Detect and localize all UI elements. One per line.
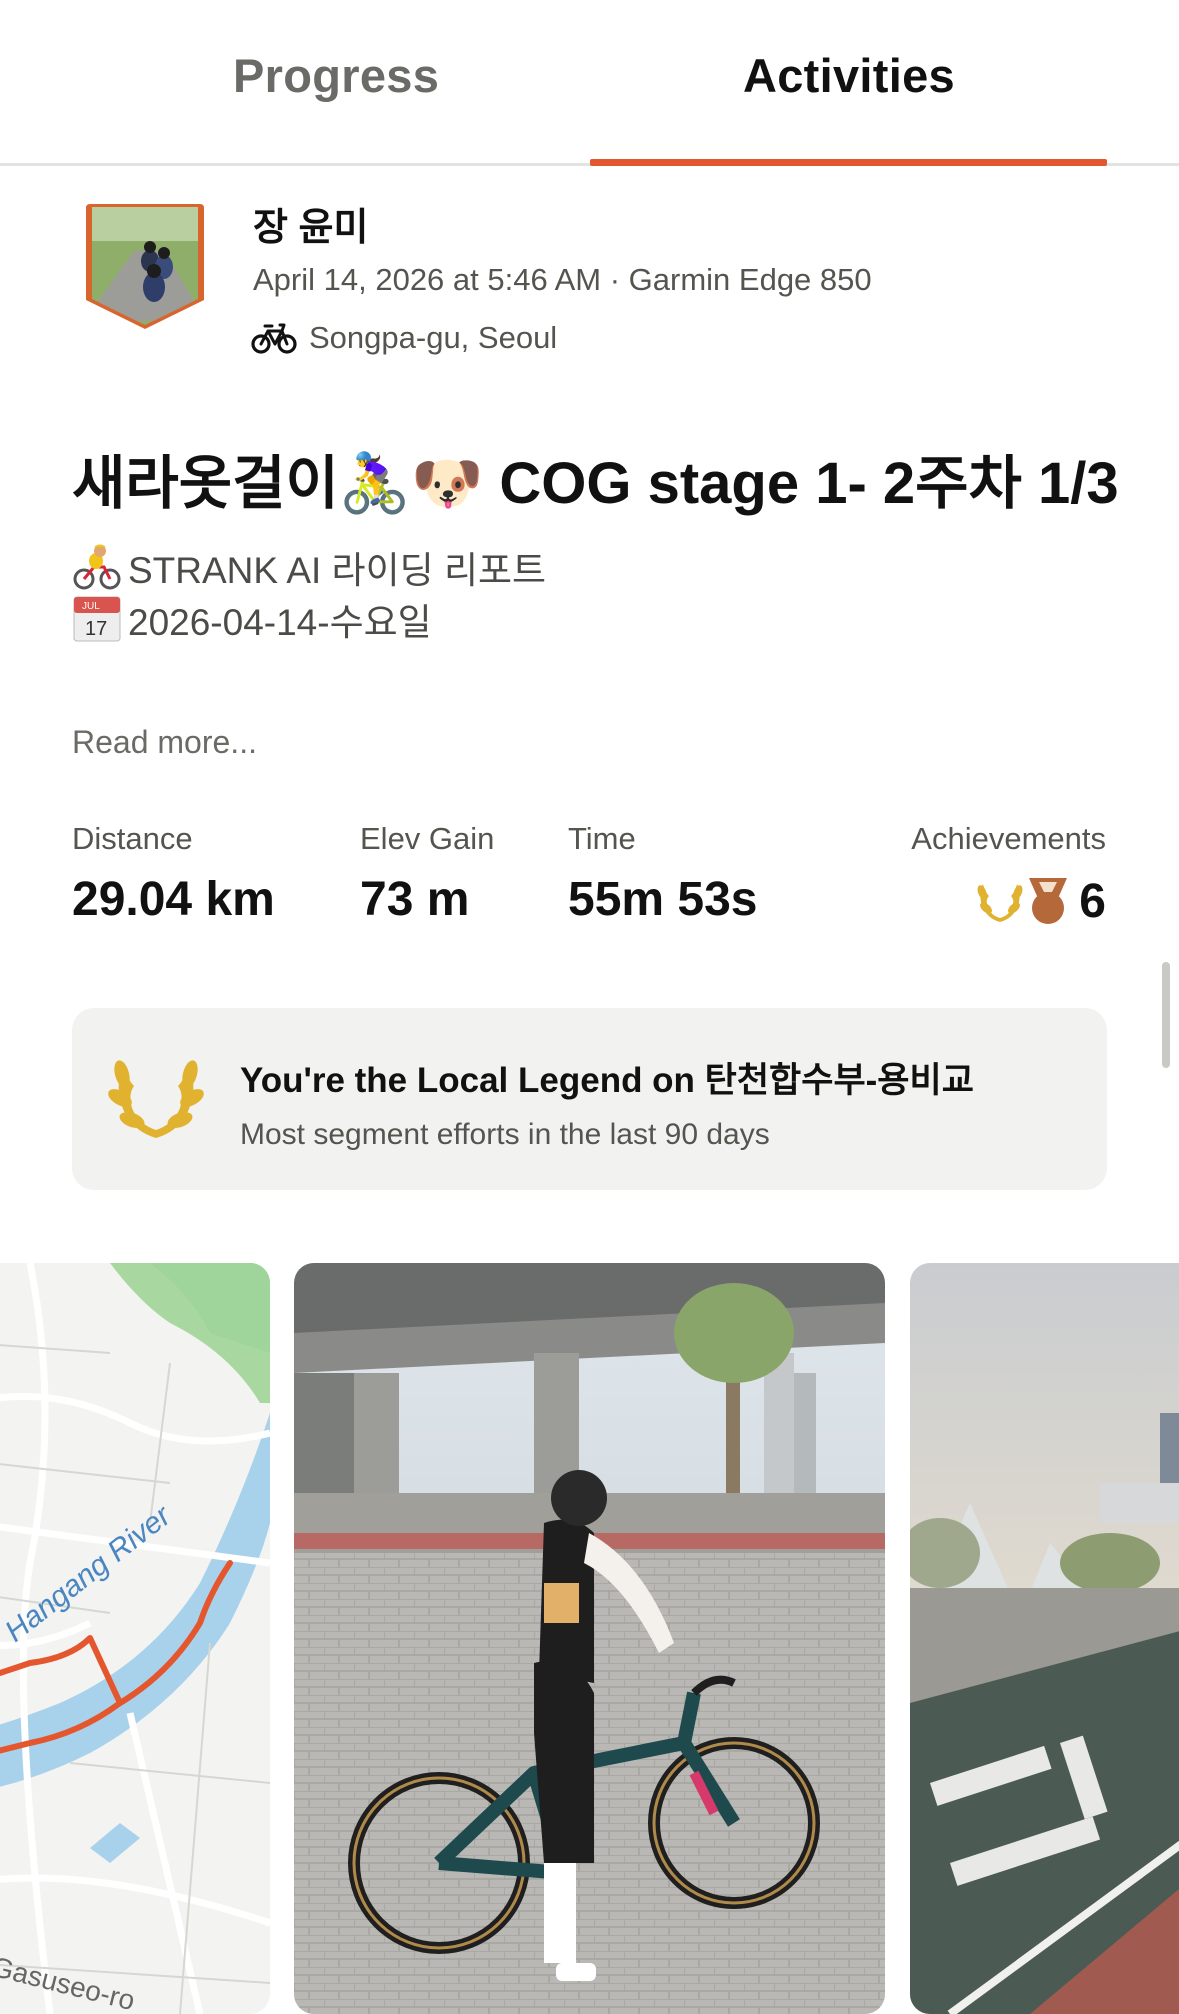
laurel-icon <box>108 1060 204 1138</box>
stat-time-value: 55m 53s <box>568 873 758 926</box>
description-text-2: 2026-04-14-수요일 <box>128 602 432 643</box>
description-line: JUL 17 2026-04-14-수요일 <box>72 592 432 646</box>
tab-progress[interactable]: Progress <box>233 48 439 103</box>
athlete-name[interactable]: 장 윤미 <box>253 196 368 251</box>
tab-bar: Progress Activities <box>0 0 1179 166</box>
location-text: Songpa-gu, Seoul <box>309 320 558 355</box>
stat-elev-value: 73 m <box>360 873 470 926</box>
calendar-emoji-icon: JUL 17 <box>73 596 121 642</box>
stat-elev-label: Elev Gain <box>360 821 495 856</box>
activity-location: Songpa-gu, Seoul <box>251 318 557 358</box>
achievements-label: Achievements <box>911 821 1106 856</box>
medal-icon <box>1029 878 1068 924</box>
activity-title[interactable]: 새라옷걸이🚴‍♀️🐶 COG stage 1- 2주차 1/3 <box>72 436 1119 520</box>
stat-distance-value: 29.04 km <box>72 873 275 926</box>
svg-text:JUL: JUL <box>82 601 100 612</box>
stat-distance-label: Distance <box>72 821 193 856</box>
bike-icon <box>251 323 297 354</box>
local-legend-card[interactable]: You're the Local Legend on 탄천합수부-용비교 Mos… <box>72 1008 1107 1190</box>
athlete-avatar[interactable] <box>84 201 206 332</box>
activity-photo-park[interactable] <box>910 1263 1179 2014</box>
cyclist-emoji-icon <box>73 544 121 590</box>
route-map-thumbnail[interactable]: Hangang River Gasuseo-ro <box>0 1263 270 2014</box>
activity-photo-cyclist[interactable] <box>294 1263 885 2014</box>
svg-text:17: 17 <box>85 618 107 640</box>
activity-meta: April 14, 2026 at 5:46 AM · Garmin Edge … <box>253 262 872 297</box>
laurel-icon <box>977 884 1023 922</box>
legend-subtitle: Most segment efforts in the last 90 days <box>240 1118 770 1151</box>
achievements-count: 6 <box>1079 874 1106 928</box>
description-line: STRANK AI 라이딩 리포트 <box>72 540 546 594</box>
achievements-summary[interactable]: 6 <box>975 872 1106 930</box>
read-more-link[interactable]: Read more... <box>72 724 257 761</box>
description-text-1: STRANK AI 라이딩 리포트 <box>128 550 547 591</box>
stat-time-label: Time <box>568 821 636 856</box>
tab-activities[interactable]: Activities <box>743 48 955 103</box>
active-tab-indicator <box>590 159 1107 166</box>
legend-title: You're the Local Legend on 탄천합수부-용비교 <box>240 1061 974 1100</box>
scrollbar[interactable] <box>1162 962 1170 1068</box>
